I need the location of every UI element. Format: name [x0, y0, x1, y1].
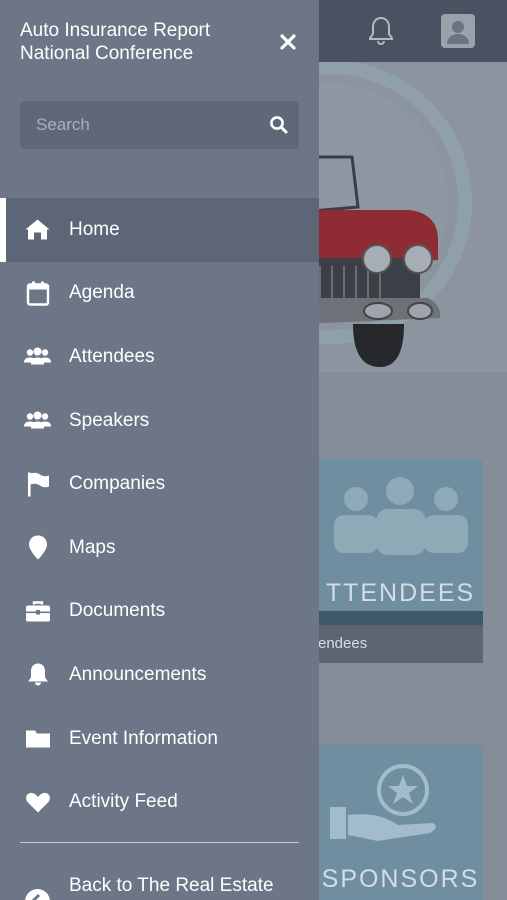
attendees-tile-caption: endees [318, 625, 483, 663]
menu-item-back-to-app[interactable]: Back to The Real Estate [0, 866, 319, 900]
people-icon [24, 407, 51, 434]
sponsors-tile-label: SPONSORS [321, 865, 480, 893]
briefcase-icon [24, 598, 51, 625]
event-title-line-1: Auto Insurance Report [20, 20, 211, 41]
people-icon [24, 343, 51, 370]
tile-caption-band [318, 611, 483, 625]
side-drawer: Auto Insurance Report National Conferenc… [0, 0, 319, 900]
menu-item-maps[interactable]: Maps [0, 516, 319, 580]
sponsors-tile[interactable]: SPONSORS [318, 745, 483, 900]
menu-item-label: Companies [69, 473, 166, 495]
event-title-line-2: National Conference [20, 43, 194, 64]
menu-item-label: Speakers [69, 409, 150, 431]
calendar-icon [24, 280, 51, 307]
menu-item-announcements[interactable]: Announcements [0, 643, 319, 707]
menu-item-label: Activity Feed [69, 791, 178, 813]
menu-item-activity-feed[interactable]: Activity Feed [0, 770, 319, 834]
home-icon [24, 216, 51, 243]
close-icon[interactable] [276, 30, 300, 54]
menu-item-label: Maps [69, 536, 116, 558]
search-input[interactable] [20, 101, 260, 149]
attendees-tile-label: TTENDEES [325, 579, 476, 607]
menu-item-companies[interactable]: Companies [0, 452, 319, 516]
menu-item-agenda[interactable]: Agenda [0, 262, 319, 326]
map-pin-icon [24, 534, 51, 561]
search-box [20, 101, 299, 149]
menu-item-label: Agenda [69, 282, 135, 304]
flag-icon [24, 471, 51, 498]
menu-item-label: Attendees [69, 345, 155, 367]
menu-item-attendees[interactable]: Attendees [0, 325, 319, 389]
folder-icon [24, 725, 51, 752]
menu-item-label: Event Information [69, 727, 218, 749]
heart-icon [24, 789, 51, 816]
sponsors-tile-icon [330, 764, 436, 841]
menu-item-label: Announcements [69, 663, 207, 685]
search-icon[interactable] [269, 115, 289, 135]
notifications-bell-icon[interactable] [364, 14, 398, 48]
menu-item-label: Home [69, 218, 120, 240]
menu-item-label: Back to The Real Estate [69, 875, 274, 896]
attendees-tile[interactable]: TTENDEES endees [318, 459, 483, 663]
menu-item-label: Documents [69, 600, 166, 622]
drawer-menu: Home Agenda Attendees Speakers Companies… [0, 198, 319, 834]
event-title: Auto Insurance Report National Conferenc… [20, 19, 260, 65]
profile-icon[interactable] [441, 14, 475, 48]
menu-item-speakers[interactable]: Speakers [0, 389, 319, 453]
menu-item-event-information[interactable]: Event Information [0, 707, 319, 771]
bell-icon [24, 661, 51, 688]
menu-item-home[interactable]: Home [0, 198, 319, 262]
menu-divider [20, 842, 299, 843]
menu-item-documents[interactable]: Documents [0, 580, 319, 644]
back-arrow-icon [24, 888, 51, 900]
